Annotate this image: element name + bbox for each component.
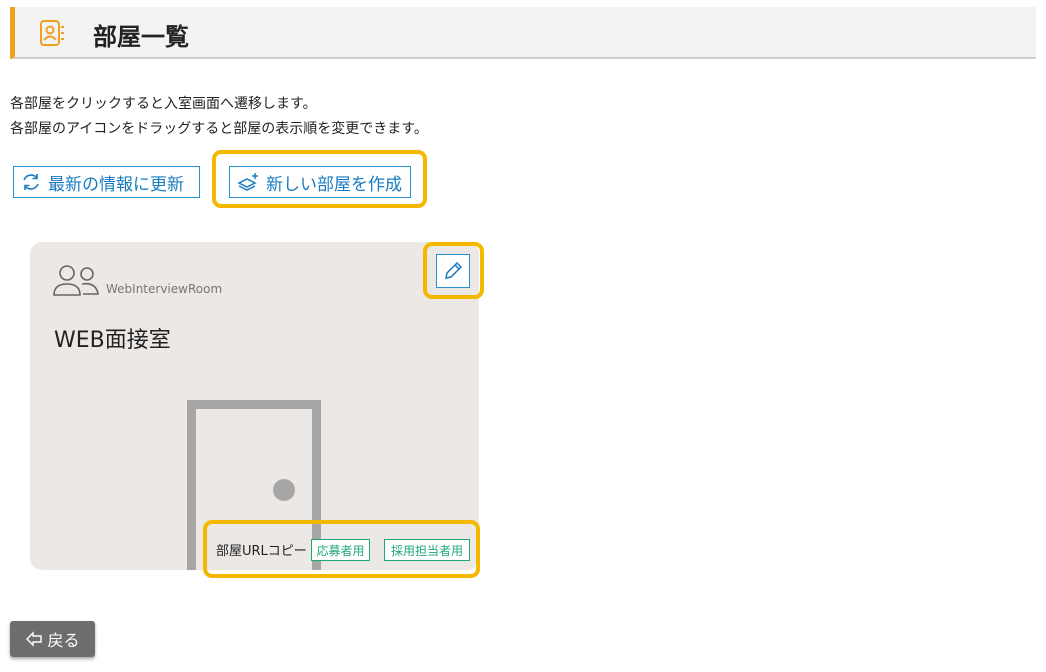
room-subtitle: WebInterviewRoom xyxy=(106,282,223,296)
highlight-edit-button xyxy=(423,242,484,299)
arrow-left-icon xyxy=(26,631,43,647)
description-line-1: 各部屋をクリックすると入室画面へ遷移します。 xyxy=(10,96,317,112)
users-icon xyxy=(52,262,102,302)
contact-book-icon xyxy=(39,19,65,47)
back-button-label: 戻る xyxy=(47,631,80,650)
page-title: 部屋一覧 xyxy=(93,23,189,51)
back-button[interactable]: 戻る xyxy=(10,621,95,657)
room-title: WEB面接室 xyxy=(54,328,171,353)
highlight-url-copy xyxy=(203,520,480,578)
refresh-icon xyxy=(23,174,39,190)
refresh-button-label: 最新の情報に更新 xyxy=(48,174,184,195)
highlight-create-button xyxy=(212,150,427,208)
door-knob xyxy=(273,479,295,501)
refresh-button[interactable]: 最新の情報に更新 xyxy=(13,166,200,198)
description-line-2: 各部屋のアイコンをドラッグすると部屋の表示順を変更できます。 xyxy=(10,121,428,137)
page-header: 部屋一覧 xyxy=(10,7,1036,59)
